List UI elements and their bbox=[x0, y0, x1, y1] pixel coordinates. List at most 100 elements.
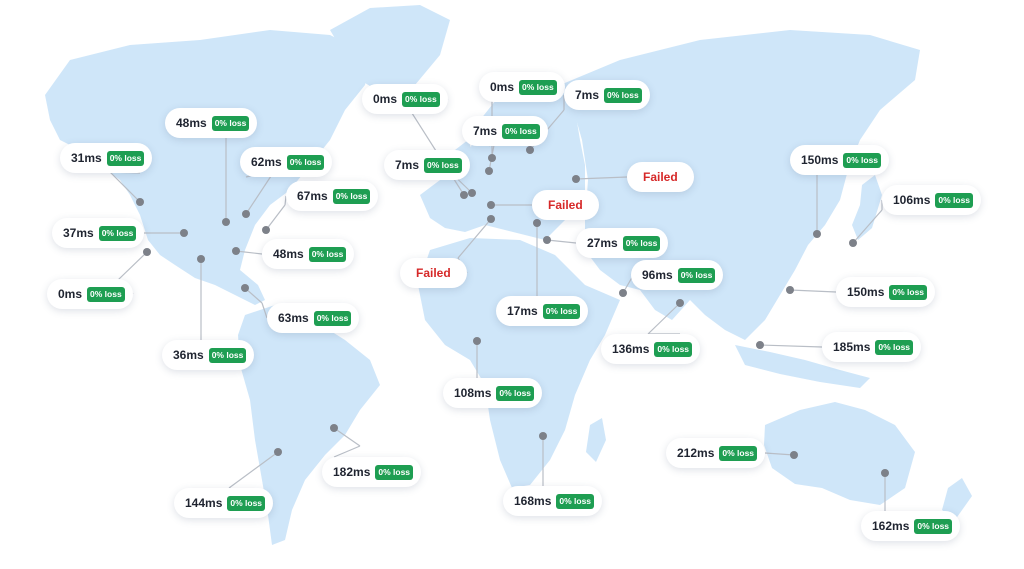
latency-label-canada-east: 62ms 0% loss bbox=[240, 147, 333, 177]
loss-badge: 0% loss bbox=[496, 385, 535, 401]
latency-label-korea: 150ms 0% loss bbox=[790, 145, 890, 175]
location-dot-singapore[interactable] bbox=[756, 341, 764, 349]
failed-text: Failed bbox=[643, 170, 678, 184]
location-dot-us-northwest[interactable] bbox=[180, 229, 188, 237]
latency-value: 0ms bbox=[373, 92, 398, 106]
leader-line-turkey bbox=[546, 239, 577, 244]
latency-value: 7ms bbox=[395, 158, 420, 172]
latency-value: 182ms bbox=[333, 465, 371, 479]
latency-value: 162ms bbox=[872, 519, 910, 533]
loss-badge: 0% loss bbox=[227, 495, 266, 511]
latency-value: 0ms bbox=[58, 287, 83, 301]
location-dot-australia-east[interactable] bbox=[881, 469, 889, 477]
latency-label-uae: 96ms 0% loss bbox=[631, 260, 724, 290]
loss-badge: 0% loss bbox=[677, 267, 716, 283]
location-dot-hong-kong[interactable] bbox=[786, 286, 794, 294]
loss-badge: 0% loss bbox=[556, 493, 595, 509]
latency-value: 185ms bbox=[833, 340, 871, 354]
loss-badge: 0% loss bbox=[208, 347, 247, 363]
latency-value: 150ms bbox=[847, 285, 885, 299]
location-dot-scandinavia[interactable] bbox=[488, 154, 496, 162]
latency-label-france: 7ms 0% loss bbox=[384, 150, 470, 180]
loss-badge: 0% loss bbox=[914, 518, 953, 534]
location-dot-west-africa[interactable] bbox=[473, 337, 481, 345]
latency-label-brazil: 182ms 0% loss bbox=[322, 457, 422, 487]
location-dot-korea[interactable] bbox=[813, 230, 821, 238]
latency-label-south-america-west: 144ms 0% loss bbox=[174, 488, 274, 518]
location-dot-us-west[interactable] bbox=[143, 248, 151, 256]
latency-label-australia-east: 162ms 0% loss bbox=[861, 511, 961, 541]
loss-badge: 0% loss bbox=[375, 464, 414, 480]
leader-line-us-west bbox=[117, 251, 148, 281]
loss-badge: 0% loss bbox=[313, 310, 352, 326]
leader-line-us-northeast bbox=[265, 204, 286, 231]
loss-badge: 0% loss bbox=[542, 303, 581, 319]
latency-label-us-west: 0ms 0% loss bbox=[47, 279, 133, 309]
loss-badge: 0% loss bbox=[935, 192, 974, 208]
location-dot-japan[interactable] bbox=[849, 239, 857, 247]
loss-badge: 0% loss bbox=[87, 286, 125, 302]
location-dot-australia-west[interactable] bbox=[790, 451, 798, 459]
loss-badge: 0% loss bbox=[332, 188, 371, 204]
latency-value: 96ms bbox=[642, 268, 673, 282]
loss-badge: 0% loss bbox=[875, 339, 914, 355]
latency-value: 150ms bbox=[801, 153, 839, 167]
latency-label-turkey: 27ms 0% loss bbox=[576, 228, 669, 258]
latency-value: 17ms bbox=[507, 304, 538, 318]
location-dot-canada-east[interactable] bbox=[242, 210, 250, 218]
location-dot-brazil[interactable] bbox=[330, 424, 338, 432]
latency-label-canada-north: 48ms 0% loss bbox=[165, 108, 258, 138]
latency-label-baltic: 7ms 0% loss bbox=[564, 80, 650, 110]
leader-line-brazil bbox=[333, 445, 361, 458]
latency-label-central-europe: Failed bbox=[532, 190, 599, 220]
latency-value: 7ms bbox=[575, 88, 600, 102]
loss-badge: 0% loss bbox=[519, 79, 557, 95]
location-dot-alaska[interactable] bbox=[136, 198, 144, 206]
location-dot-mexico[interactable] bbox=[197, 255, 205, 263]
location-dot-us-east[interactable] bbox=[232, 247, 240, 255]
loss-badge: 0% loss bbox=[719, 445, 758, 461]
latency-value: 212ms bbox=[677, 446, 715, 460]
latency-label-hong-kong: 150ms 0% loss bbox=[836, 277, 936, 307]
location-dot-uae[interactable] bbox=[619, 289, 627, 297]
japan-land bbox=[852, 175, 882, 240]
failed-text: Failed bbox=[548, 198, 583, 212]
failed-text: Failed bbox=[416, 266, 451, 280]
latency-value: 36ms bbox=[173, 348, 204, 362]
loss-badge: 0% loss bbox=[622, 235, 661, 251]
leader-line-singapore bbox=[759, 344, 823, 348]
location-dot-india[interactable] bbox=[676, 299, 684, 307]
location-dot-uk[interactable] bbox=[460, 191, 468, 199]
latency-label-india: 136ms 0% loss bbox=[601, 334, 701, 364]
location-dot-canada-north[interactable] bbox=[222, 218, 230, 226]
location-dot-south-africa[interactable] bbox=[539, 432, 547, 440]
loss-badge: 0% loss bbox=[889, 284, 928, 300]
location-dot-russia[interactable] bbox=[572, 175, 580, 183]
location-dot-baltic[interactable] bbox=[526, 146, 534, 154]
latency-label-alaska: 31ms 0% loss bbox=[60, 143, 153, 173]
loss-badge: 0% loss bbox=[604, 87, 642, 103]
australia-land bbox=[764, 402, 915, 505]
leader-line-hong-kong bbox=[789, 289, 837, 293]
loss-badge: 0% loss bbox=[308, 246, 347, 262]
loss-badge: 0% loss bbox=[286, 154, 325, 170]
location-dot-caribbean[interactable] bbox=[241, 284, 249, 292]
location-dot-turkey[interactable] bbox=[543, 236, 551, 244]
latency-value: 108ms bbox=[454, 386, 492, 400]
location-dot-spain[interactable] bbox=[487, 215, 495, 223]
location-dot-us-northeast[interactable] bbox=[262, 226, 270, 234]
location-dot-central-europe[interactable] bbox=[487, 201, 495, 209]
location-dot-france[interactable] bbox=[468, 189, 476, 197]
latency-label-us-east: 48ms 0% loss bbox=[262, 239, 355, 269]
loss-badge: 0% loss bbox=[654, 341, 693, 357]
latency-label-us-northwest: 37ms 0% loss bbox=[52, 218, 145, 248]
latency-value: 63ms bbox=[278, 311, 309, 325]
location-dot-south-america-west[interactable] bbox=[274, 448, 282, 456]
latency-value: 136ms bbox=[612, 342, 650, 356]
location-dot-germany[interactable] bbox=[485, 167, 493, 175]
location-dot-middle-east[interactable] bbox=[533, 219, 541, 227]
latency-value: 48ms bbox=[176, 116, 207, 130]
latency-label-south-africa: 168ms 0% loss bbox=[503, 486, 603, 516]
loss-badge: 0% loss bbox=[402, 91, 440, 107]
latency-label-spain: Failed bbox=[400, 258, 467, 288]
